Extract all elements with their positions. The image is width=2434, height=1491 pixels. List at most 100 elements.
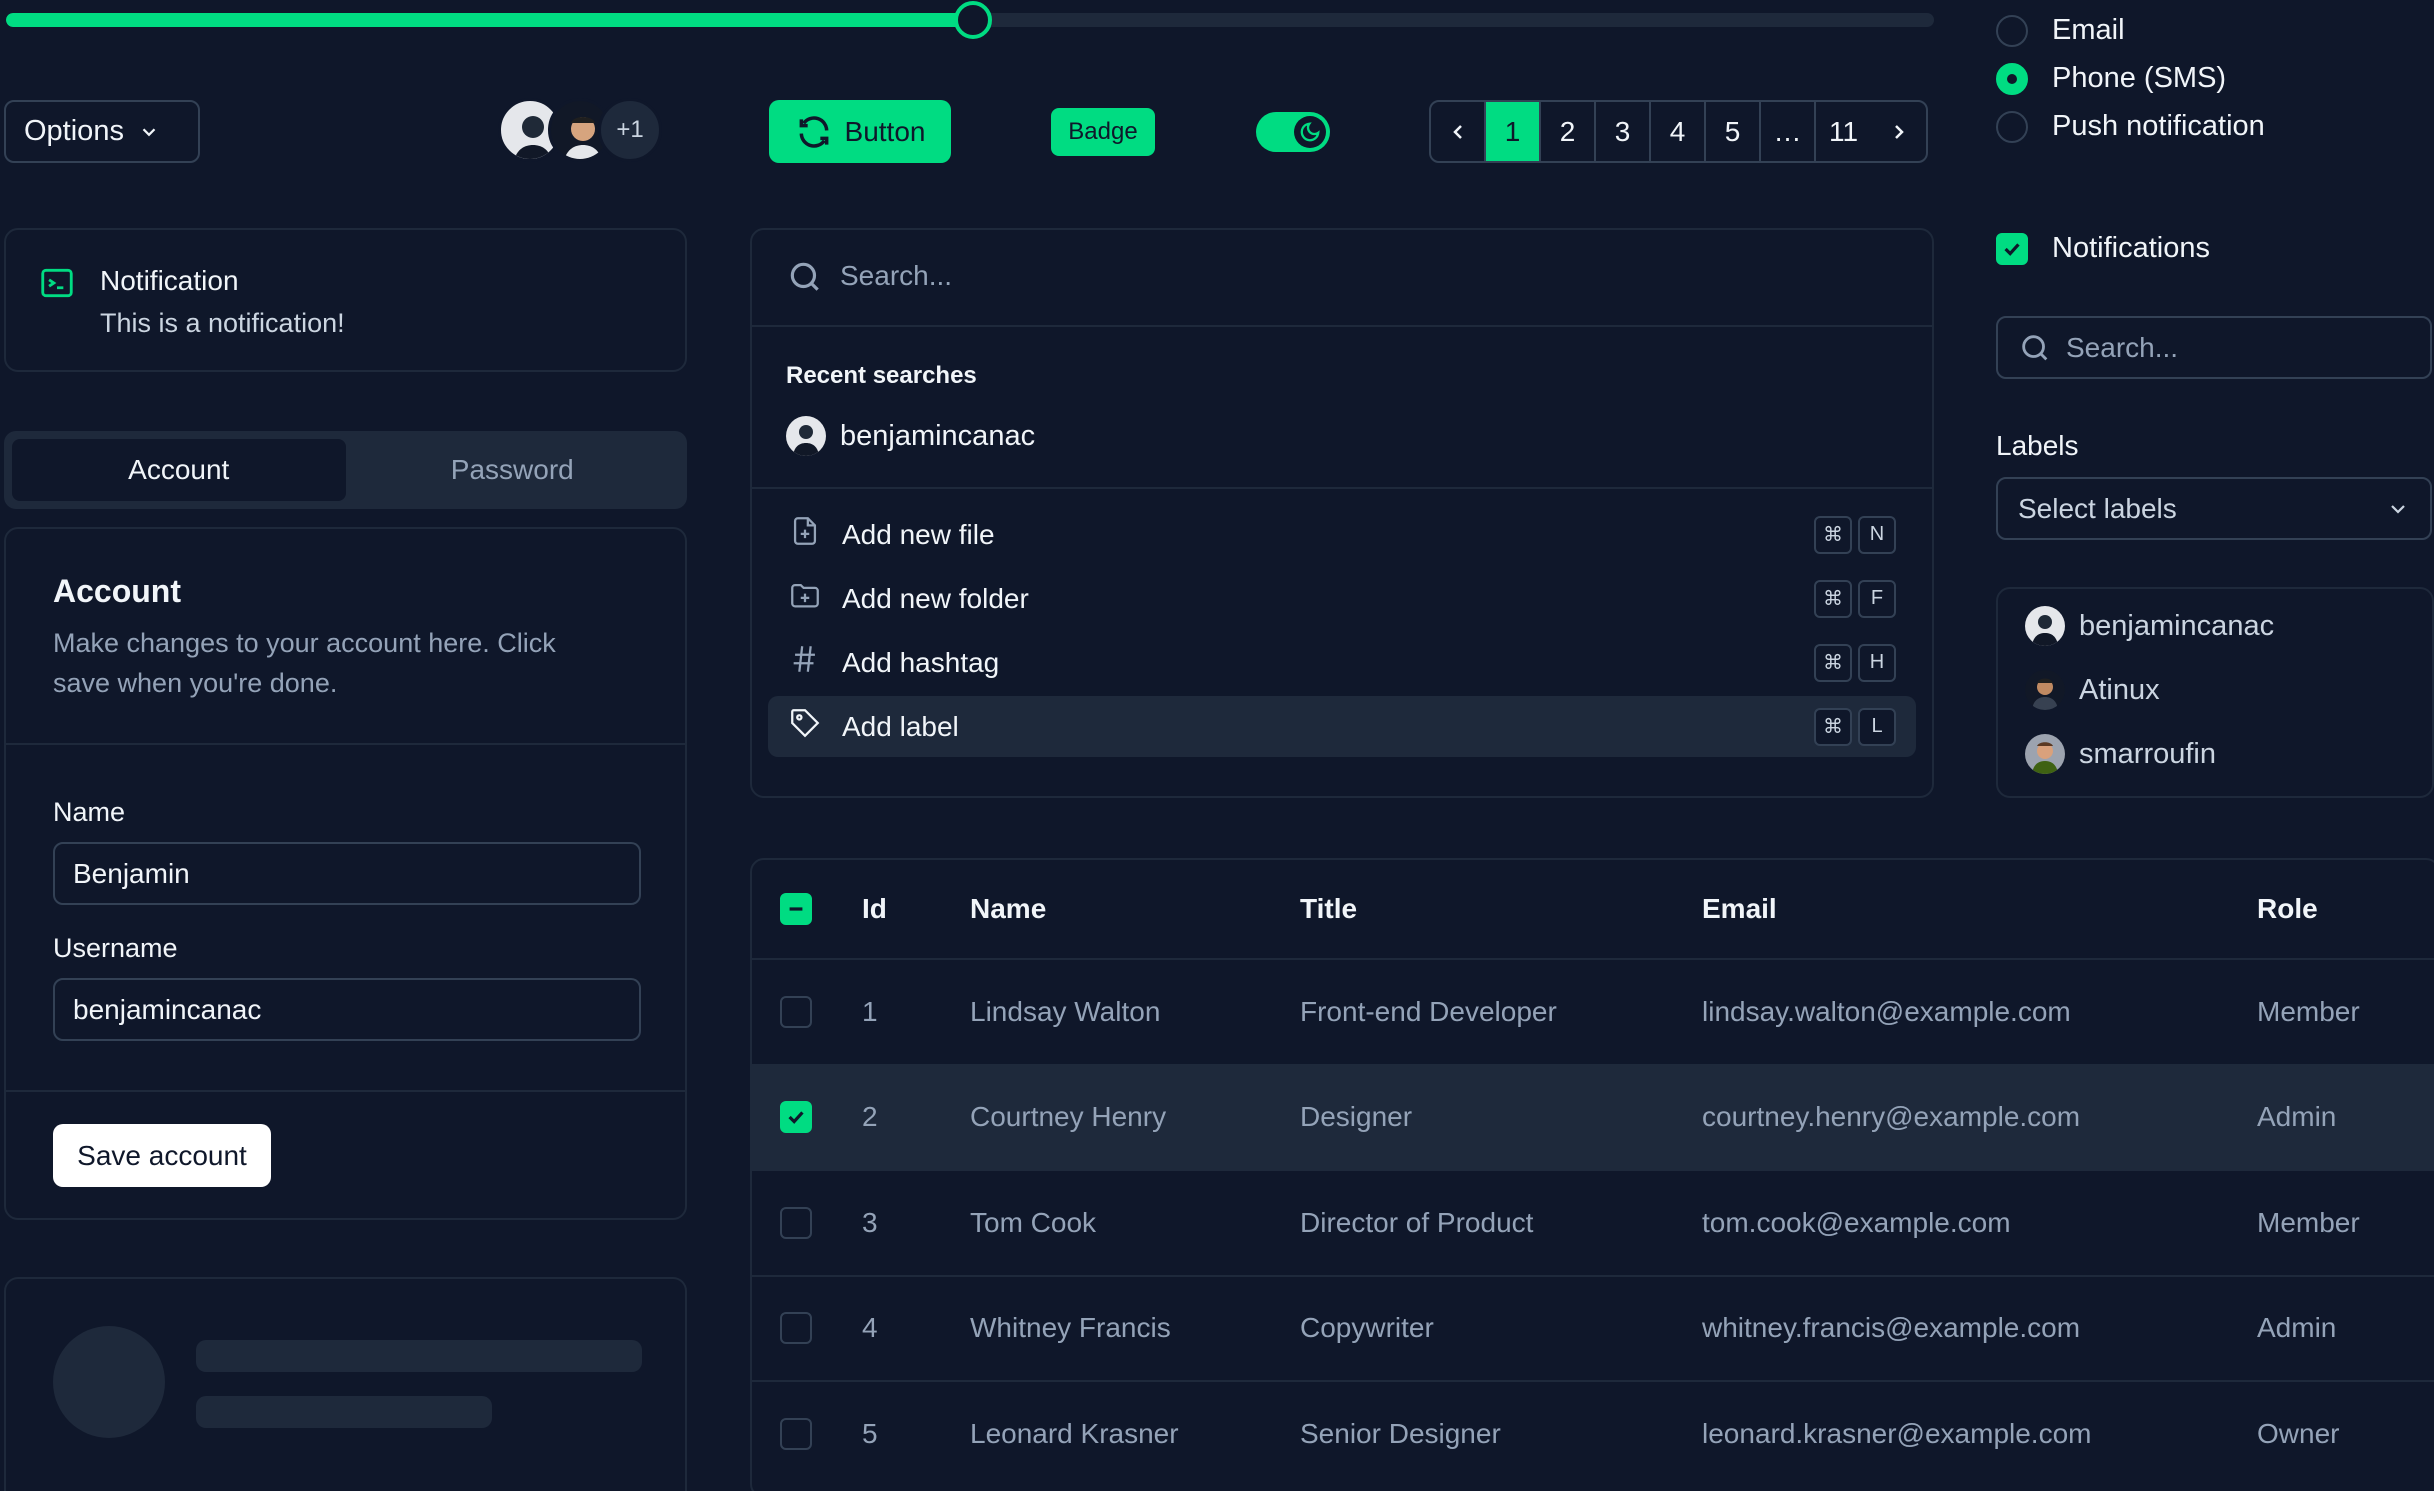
- account-description: Make changes to your account here. Click…: [53, 628, 556, 698]
- page-button[interactable]: 3: [1596, 102, 1651, 161]
- chevron-left-icon: [1452, 124, 1462, 139]
- cell-email: tom.cook@example.com: [1702, 1206, 2011, 1238]
- page-button[interactable]: 11: [1816, 102, 1871, 161]
- table-row[interactable]: 2 Courtney Henry Designer courtney.henry@ex…: [752, 1063, 2434, 1169]
- row-checkbox[interactable]: [780, 1312, 812, 1344]
- next-page-button[interactable]: [1871, 102, 1926, 161]
- cell-id: 3: [862, 1206, 878, 1238]
- save-account-button[interactable]: Save account: [53, 1124, 271, 1187]
- recent-user-item[interactable]: benjamincanac: [786, 416, 1035, 456]
- radio-option[interactable]: Phone (SMS): [1996, 62, 2226, 95]
- cell-role: Owner: [2257, 1417, 2340, 1449]
- command-item[interactable]: Add label ⌘ L: [768, 696, 1916, 757]
- shortcut-key: ⌘: [1814, 707, 1852, 746]
- right-search-placeholder: Search...: [2066, 331, 2179, 363]
- column-header[interactable]: Title: [1300, 860, 1357, 958]
- select-all-checkbox[interactable]: [780, 893, 812, 925]
- tab-account[interactable]: Account: [12, 439, 346, 501]
- command-item[interactable]: Add new folder ⌘ F: [768, 568, 1916, 629]
- column-header[interactable]: Id: [862, 860, 887, 958]
- radio-button[interactable]: [1996, 14, 2028, 47]
- divider: [752, 487, 1932, 489]
- page-button[interactable]: 2: [1541, 102, 1596, 161]
- labels-select[interactable]: Select labels: [1996, 477, 2432, 540]
- cell-email: leonard.krasner@example.com: [1702, 1417, 2092, 1449]
- refresh-icon: [799, 115, 828, 148]
- user-list-item[interactable]: Atinux: [2025, 670, 2160, 710]
- command-item[interactable]: Add new file ⌘ N: [768, 504, 1916, 565]
- cell-role: Member: [2257, 995, 2360, 1027]
- page-button[interactable]: 1: [1486, 102, 1541, 161]
- avatar-group: +1: [498, 98, 662, 162]
- page-button[interactable]: 5: [1706, 102, 1761, 161]
- account-tabs: Account Password: [4, 431, 687, 509]
- table-row[interactable]: 3 Tom Cook Director of Product tom.cook@exa…: [752, 1169, 2434, 1274]
- cell-name: Courtney Henry: [970, 1101, 1167, 1132]
- avatar: [2025, 734, 2065, 774]
- divider: [752, 325, 1932, 327]
- shortcut-key: H: [1858, 643, 1896, 682]
- row-checkbox[interactable]: [780, 1206, 812, 1239]
- moon-icon: [1300, 122, 1320, 142]
- recent-user-name: benjamincanac: [840, 419, 1036, 452]
- column-header[interactable]: Name: [970, 860, 1046, 958]
- radio-label: Push notification: [2052, 110, 2265, 142]
- user-name: benjamincanac: [2079, 609, 2275, 642]
- column-header[interactable]: Role: [2257, 860, 2318, 958]
- cell-title: Front-end Developer: [1300, 995, 1557, 1027]
- user-list-item[interactable]: smarroufin: [2025, 734, 2216, 774]
- skeleton-avatar: [53, 1326, 165, 1438]
- tab-password[interactable]: Password: [346, 439, 680, 501]
- cell-email: whitney.francis@example.com: [1702, 1312, 2081, 1343]
- column-header[interactable]: Email: [1702, 860, 1777, 958]
- page-button[interactable]: …: [1761, 102, 1816, 161]
- command-item-label: Add new folder: [842, 582, 1029, 614]
- cell-email: lindsay.walton@example.com: [1702, 995, 2071, 1027]
- slider-thumb[interactable]: [954, 1, 992, 39]
- shortcut-key: ⌘: [1814, 515, 1852, 554]
- row-checkbox[interactable]: [780, 1101, 812, 1133]
- name-input[interactable]: Benjamin: [53, 842, 641, 905]
- radio-button[interactable]: [1996, 62, 2028, 95]
- user-name: smarroufin: [2079, 737, 2216, 770]
- command-search-input[interactable]: Search...: [840, 260, 1900, 292]
- account-card: Account Make changes to your account her…: [4, 527, 687, 1220]
- shortcut-key: ⌘: [1814, 643, 1852, 682]
- primary-button[interactable]: Button: [769, 100, 951, 163]
- cell-title: Copywriter: [1300, 1312, 1434, 1343]
- table-row[interactable]: 4 Whitney Francis Copywriter whitney.franci…: [752, 1274, 2434, 1380]
- command-item[interactable]: Add hashtag ⌘ H: [768, 632, 1916, 693]
- cell-title: Designer: [1300, 1101, 1413, 1132]
- prev-page-button[interactable]: [1431, 102, 1486, 161]
- avatar-more-count: +1: [598, 98, 662, 162]
- user-list-item[interactable]: benjamincanac: [2025, 606, 2274, 646]
- notification-card: Notification This is a notification!: [4, 228, 687, 372]
- notifications-checkbox-row[interactable]: Notifications: [1996, 232, 2210, 265]
- row-checkbox[interactable]: [780, 995, 812, 1028]
- shortcut-key: ⌘: [1814, 579, 1852, 618]
- shortcut-key: F: [1858, 579, 1896, 618]
- cell-name: Leonard Krasner: [970, 1417, 1179, 1449]
- radio-option[interactable]: Push notification: [1996, 110, 2265, 143]
- file-plus-icon: [788, 514, 822, 555]
- radio-label: Phone (SMS): [2052, 62, 2227, 94]
- dark-mode-toggle[interactable]: [1256, 112, 1330, 152]
- row-select-cell: [780, 1171, 812, 1274]
- skeleton-line: [196, 1396, 492, 1428]
- username-input[interactable]: benjamincanac: [53, 978, 641, 1041]
- page-button[interactable]: 4: [1651, 102, 1706, 161]
- table-row[interactable]: 1 Lindsay Walton Front-end Developer lindsa…: [752, 958, 2434, 1063]
- shortcut-keys: ⌘ N: [1814, 515, 1896, 554]
- shortcut-key: L: [1858, 707, 1896, 746]
- labels-select-placeholder: Select labels: [2018, 492, 2177, 524]
- right-search-input[interactable]: Search...: [1996, 316, 2432, 379]
- table-row[interactable]: 5 Leonard Krasner Senior Designer leonard.k…: [752, 1380, 2434, 1485]
- primary-button-label: Button: [844, 115, 926, 147]
- row-checkbox[interactable]: [780, 1417, 812, 1450]
- cell-role: Admin: [2257, 1312, 2337, 1343]
- notifications-checkbox[interactable]: [1996, 232, 2028, 265]
- options-button[interactable]: Options: [4, 100, 200, 163]
- radio-option[interactable]: Email: [1996, 14, 2125, 47]
- radio-button[interactable]: [1996, 110, 2028, 143]
- radio-label: Email: [2052, 14, 2125, 46]
